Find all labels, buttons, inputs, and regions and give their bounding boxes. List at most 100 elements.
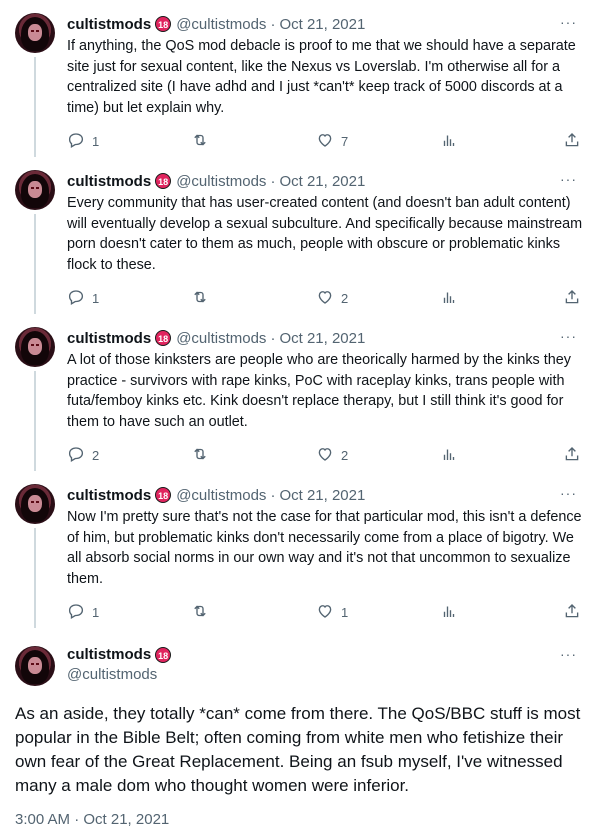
views-icon [440,445,458,466]
like-count: 7 [341,134,349,149]
like-button[interactable]: 7 [316,131,348,152]
reply-count: 2 [92,448,100,463]
age-badge-icon: 18 [155,330,172,346]
reply-button[interactable]: 1 [67,602,99,623]
views-button[interactable] [440,602,458,623]
user-handle[interactable]: @cultistmods [176,330,266,347]
age-badge-icon: 18 [155,16,172,32]
retweet-icon [191,288,209,309]
avatar[interactable] [15,646,55,686]
separator-dot: · [270,329,276,347]
share-button[interactable] [563,288,581,309]
display-name[interactable]: cultistmods [67,16,151,33]
tweet-header: cultistmods 18 @cultistmods · Oct 21, 20… [67,171,365,191]
separator-dot: · [270,15,276,33]
avatar[interactable] [15,170,55,210]
tweet-actions: 1 2 [0,288,600,308]
tweet-header: cultistmods 18 @cultistmods · Oct 21, 20… [67,14,365,34]
retweet-button[interactable] [191,602,209,623]
tweet-actions: 2 2 [0,445,600,465]
user-handle[interactable]: @cultistmods [67,666,157,683]
tweet-header: cultistmods 18 @cultistmods · Oct 21, 20… [67,328,365,348]
thread-tweet[interactable]: cultistmods 18 @cultistmods · Oct 21, 20… [0,0,600,157]
more-icon[interactable]: ··· [560,328,577,344]
reply-count: 1 [92,291,100,306]
thread-tweet[interactable]: cultistmods 18 @cultistmods · Oct 21, 20… [0,314,600,471]
reply-icon [67,288,85,309]
reply-icon [67,131,85,152]
views-icon [440,602,458,623]
avatar[interactable] [15,484,55,524]
age-badge-icon: 18 [155,646,172,663]
like-button[interactable]: 1 [316,602,348,623]
tweet-header: cultistmods 18 @cultistmods · Oct 21, 20… [67,485,365,505]
share-button[interactable] [563,131,581,152]
reply-button[interactable]: 1 [67,131,99,152]
more-icon[interactable]: ··· [560,14,577,30]
views-button[interactable] [440,288,458,309]
views-icon [440,288,458,309]
reply-button[interactable]: 1 [67,288,99,309]
retweet-button[interactable] [191,445,209,466]
share-icon [563,288,581,309]
like-icon [316,288,334,309]
like-count: 2 [341,291,349,306]
reply-button[interactable]: 2 [67,445,99,466]
like-button[interactable]: 2 [316,288,348,309]
share-button[interactable] [563,445,581,466]
more-icon[interactable]: ··· [560,485,577,501]
thread-tweet[interactable]: cultistmods 18 @cultistmods · Oct 21, 20… [0,471,600,628]
share-icon [563,602,581,623]
like-icon [316,445,334,466]
more-icon[interactable]: ··· [560,646,577,662]
age-badge-icon: 18 [155,173,172,189]
display-name[interactable]: cultistmods [67,173,151,190]
like-icon [316,602,334,623]
avatar[interactable] [15,327,55,367]
reply-icon [67,602,85,623]
views-button[interactable] [440,131,458,152]
tweet-timestamp[interactable]: 3:00 AM · Oct 21, 2021 [15,811,169,828]
share-icon [563,131,581,152]
retweet-button[interactable] [191,288,209,309]
user-handle[interactable]: @cultistmods [176,173,266,190]
tweet-text: A lot of those kinksters are people who … [67,352,571,430]
tweet-actions: 1 7 [0,131,600,151]
display-name[interactable]: cultistmods [67,330,151,347]
like-icon [316,131,334,152]
avatar[interactable] [15,13,55,53]
tweet-date[interactable]: Oct 21, 2021 [279,16,365,33]
separator-dot: · [270,486,276,504]
reply-count: 1 [92,134,100,149]
reply-count: 1 [92,605,100,620]
tweet-text: Every community that has user-created co… [67,195,583,273]
display-name[interactable]: cultistmods 18 [67,646,172,663]
tweet-actions: 1 1 [0,602,600,622]
tweet-text: Now I'm pretty sure that's not the case … [67,509,582,587]
reply-icon [67,445,85,466]
retweet-icon [191,131,209,152]
age-badge-icon: 18 [155,487,172,503]
views-icon [440,131,458,152]
more-icon[interactable]: ··· [560,171,577,187]
like-button[interactable]: 2 [316,445,348,466]
share-button[interactable] [563,602,581,623]
tweet-text: If anything, the QoS mod debacle is proo… [67,38,576,116]
separator-dot: · [270,172,276,190]
retweet-button[interactable] [191,131,209,152]
tweet-date[interactable]: Oct 21, 2021 [279,173,365,190]
share-icon [563,445,581,466]
display-name-text[interactable]: cultistmods [67,646,151,663]
like-count: 2 [341,448,349,463]
views-button[interactable] [440,445,458,466]
tweet-date[interactable]: Oct 21, 2021 [279,487,365,504]
tweet-date[interactable]: Oct 21, 2021 [279,330,365,347]
thread-tweet[interactable]: cultistmods 18 @cultistmods · Oct 21, 20… [0,157,600,314]
main-tweet-text: As an aside, they totally *can* come fro… [15,704,581,795]
user-handle[interactable]: @cultistmods [176,487,266,504]
like-count: 1 [341,605,349,620]
user-handle[interactable]: @cultistmods [176,16,266,33]
retweet-icon [191,602,209,623]
display-name[interactable]: cultistmods [67,487,151,504]
retweet-icon [191,445,209,466]
